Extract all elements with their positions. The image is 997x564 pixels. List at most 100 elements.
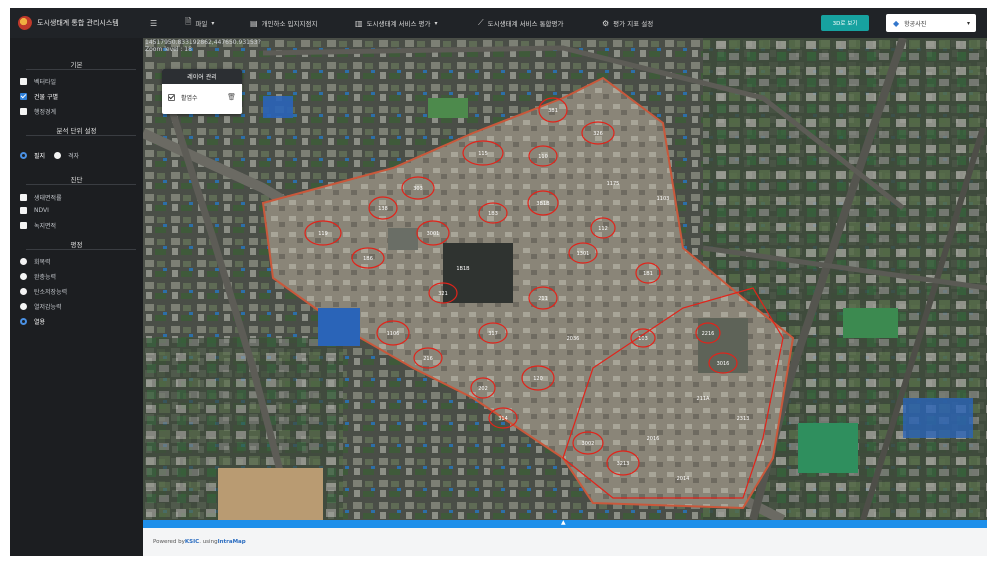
parcel-label[interactable]: 103: [638, 336, 648, 342]
radio-button[interactable]: [20, 288, 27, 295]
parcel-label[interactable]: 1103: [657, 196, 670, 202]
menu-ecosystem-eval-label: 도시생태계 서비스 평가: [366, 20, 431, 28]
parcel-label[interactable]: 2216: [702, 331, 715, 337]
parcel-label[interactable]: 3001: [427, 231, 440, 237]
section-title-basic: 기본: [70, 61, 83, 69]
parcel-label[interactable]: 321: [438, 291, 448, 297]
chevron-down-icon: ▾: [211, 19, 215, 27]
parcel-label[interactable]: 1B1B: [456, 266, 470, 272]
menu-file[interactable]: 🗎 파일 ▾: [185, 8, 214, 38]
menu-integrated-eval-label: 도시생태계 서비스 통합평가: [487, 20, 564, 28]
parcel-label[interactable]: 317: [488, 331, 498, 337]
radio-unit-parcel[interactable]: 필지: [20, 151, 45, 160]
parcel-label[interactable]: 211: [538, 296, 548, 302]
layer-checkbox[interactable]: [168, 93, 175, 101]
parcel-label[interactable]: 2016: [647, 436, 660, 442]
radio-label: 탄소저장능력: [34, 289, 68, 296]
parcel-label[interactable]: 211A: [697, 396, 711, 402]
aerial-imagery[interactable]: 3B1 326 110 115 303 138 119 1B6 3001 1B3 3B1B 112 13…: [143, 38, 987, 520]
radio-button[interactable]: [20, 273, 27, 280]
parcel-label[interactable]: 314: [498, 416, 508, 422]
section-title-unit: 분석 단위 설정: [56, 127, 97, 135]
basemap-select[interactable]: ◆ 항공사진 ▾: [886, 14, 976, 32]
checkbox-vector-tile[interactable]: 벡터타일: [20, 77, 56, 86]
aerial-map[interactable]: 3B1 326 110 115 303 138 119 1B6 3001 1B3 3B1B 112 13…: [143, 38, 987, 520]
view-3d-button[interactable]: 3D로 보기: [821, 15, 869, 31]
checkbox-ndvi[interactable]: NDVI: [20, 207, 49, 214]
parcel-label[interactable]: 1B1: [643, 271, 653, 277]
parcel-label[interactable]: 1B3: [488, 211, 498, 217]
parcel-label[interactable]: 120: [533, 376, 543, 382]
parcel-label[interactable]: 2036: [567, 336, 580, 342]
menu-indicator-settings-label: 평가 지표 설정: [613, 20, 654, 28]
menu-indicator-settings[interactable]: ⚙ 평가 지표 설정: [602, 8, 653, 38]
section-title-evaluation: 평정: [70, 241, 83, 249]
parcel-label[interactable]: 3B1B: [536, 201, 550, 207]
checkbox-box[interactable]: [20, 222, 27, 229]
checkbox-eco-area-ratio[interactable]: 생태면적률: [20, 193, 62, 202]
parcel-label[interactable]: 3B1: [548, 108, 558, 114]
menu-hamburger-button[interactable]: ☰: [150, 8, 161, 38]
parcel-label[interactable]: 115: [478, 151, 488, 157]
bottom-panel-toggle[interactable]: ▲: [143, 519, 987, 528]
parcel-label[interactable]: 119: [318, 231, 328, 237]
parcel-label[interactable]: 1301: [577, 251, 590, 257]
radio-label: 완충능력: [34, 274, 57, 281]
chevron-up-icon[interactable]: ▲: [561, 519, 566, 526]
radio-button[interactable]: [20, 303, 27, 310]
checkbox-label: 녹지면적: [34, 223, 57, 230]
checkbox-green-area[interactable]: 녹지면적: [20, 221, 56, 230]
radio-eval-heat[interactable]: 열저감능력: [20, 302, 62, 311]
radio-label: 회복력: [34, 259, 51, 266]
menu-integrated-eval[interactable]: ⟋ 도시생태계 서비스 통합평가: [478, 8, 564, 38]
parcel-label[interactable]: 3002: [582, 441, 595, 447]
top-bar: 도시생태계 통합 관리시스템 ☰ 🗎 파일 ▾ ▤ 개인하소 입지지점지 ▥ 도…: [10, 8, 987, 38]
checkbox-admin-boundary[interactable]: 행정경계: [20, 107, 56, 116]
parcel-label[interactable]: 202: [478, 386, 488, 392]
layer-row[interactable]: 활엽수 🗑: [162, 87, 242, 107]
radio-button[interactable]: [20, 258, 27, 265]
checkbox-label: NDVI: [34, 207, 49, 214]
parcel-label[interactable]: 1B6: [363, 256, 373, 262]
radio-button[interactable]: [20, 152, 27, 159]
checkbox-box[interactable]: [20, 93, 27, 100]
parcel-label[interactable]: 112: [598, 226, 608, 232]
diamond-icon: ◆: [893, 18, 900, 28]
radio-eval-heat-use[interactable]: 열용: [20, 317, 45, 326]
radio-button[interactable]: [54, 152, 61, 159]
radio-eval-resilience[interactable]: 회복력: [20, 257, 51, 266]
parcel-label[interactable]: 3213: [617, 461, 630, 467]
parcel-label[interactable]: 2014: [677, 476, 690, 482]
checkbox-box[interactable]: [20, 194, 27, 201]
app-window: 도시생태계 통합 관리시스템 ☰ 🗎 파일 ▾ ▤ 개인하소 입지지점지 ▥ 도…: [10, 8, 987, 556]
parcel-label[interactable]: 3016: [717, 361, 730, 367]
parcel-label[interactable]: 1106: [387, 331, 400, 337]
radio-unit-grid[interactable]: 격자: [54, 151, 79, 160]
parcel-label[interactable]: 138: [378, 206, 388, 212]
footer-org: KSIC: [184, 539, 200, 545]
table-icon: ▤: [250, 18, 258, 28]
parcel-label[interactable]: 326: [593, 131, 603, 137]
radio-eval-buffer[interactable]: 완충능력: [20, 272, 56, 281]
parcel-label[interactable]: 303: [413, 186, 423, 192]
radio-button[interactable]: [20, 318, 27, 325]
trash-icon[interactable]: 🗑: [227, 93, 236, 101]
radio-eval-carbon[interactable]: 탄소저장능력: [20, 287, 67, 296]
sidebar: 기본 벡터타일 건물 구별 행정경계 분석 단위 설정 필지 격자 진단 생태면…: [10, 38, 143, 556]
parcel-label[interactable]: 110: [538, 154, 548, 160]
menu-ecosystem-eval[interactable]: ▥ 도시생태계 서비스 평가 ▾: [355, 8, 438, 38]
checkbox-box[interactable]: [20, 78, 27, 85]
menu-site-selection[interactable]: ▤ 개인하소 입지지점지: [250, 8, 317, 38]
parcel-label[interactable]: 1175: [607, 181, 620, 187]
parcel-label[interactable]: 2313: [737, 416, 750, 422]
checkbox-label: 건물 구별: [34, 94, 58, 101]
coordinate-text: 14517950.833192862,447650.93153?: [145, 39, 261, 46]
checkbox-box[interactable]: [20, 207, 27, 214]
footer-product: IntraMap: [217, 539, 246, 545]
radio-label: 열용: [34, 319, 46, 326]
parcel-label[interactable]: 216: [423, 356, 433, 362]
layer-manager-title: 레이어 관리: [162, 69, 242, 84]
checkbox-box[interactable]: [20, 108, 27, 115]
menu-icon: ☰: [150, 18, 158, 28]
checkbox-building[interactable]: 건물 구별: [20, 92, 58, 101]
